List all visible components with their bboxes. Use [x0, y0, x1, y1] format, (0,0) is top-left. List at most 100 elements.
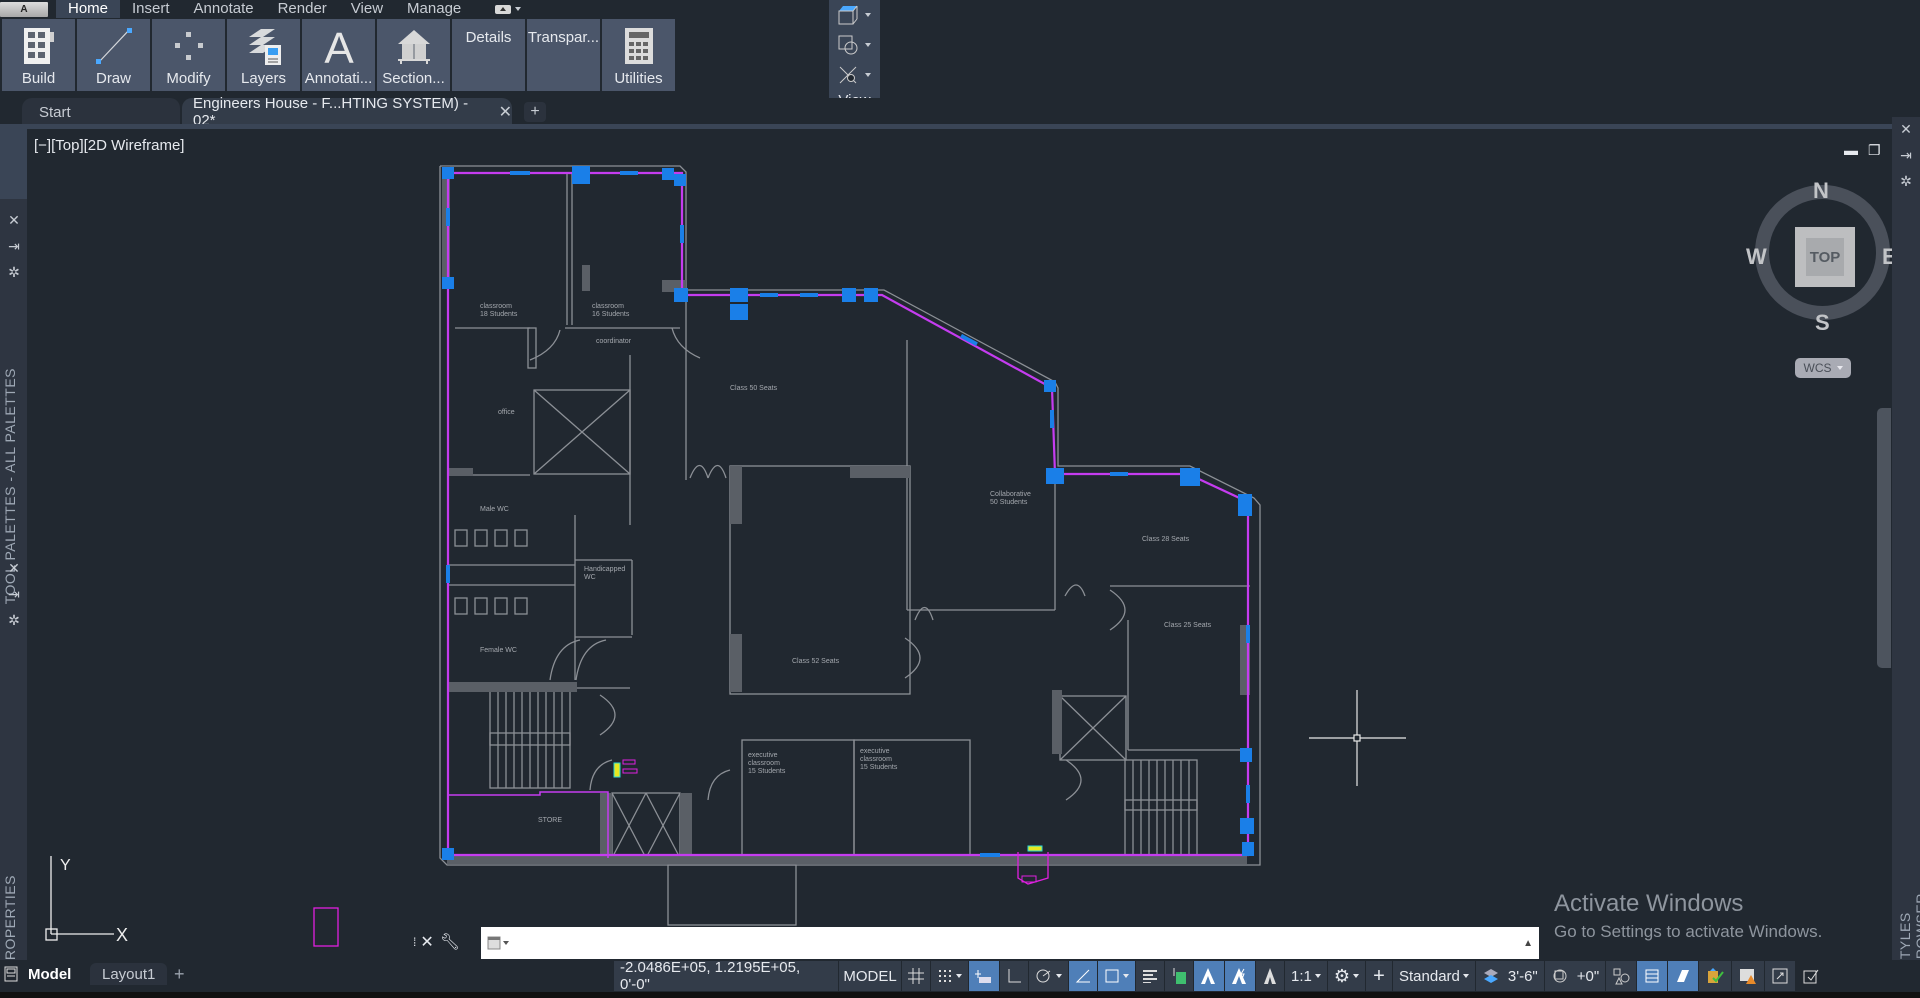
interior-walls	[439, 165, 1261, 926]
annotation-visibility-icon	[1201, 968, 1215, 984]
utilities-button[interactable]: Utilities	[602, 19, 675, 91]
zoom-extents-button[interactable]	[829, 60, 880, 90]
model-space-toggle[interactable]: MODEL	[839, 961, 901, 991]
build-button[interactable]: Build	[2, 19, 75, 91]
tab-insert[interactable]: Insert	[120, 0, 182, 18]
annotation-visibility-toggle[interactable]	[1194, 961, 1224, 991]
ribbon-minimize-toggle[interactable]	[495, 4, 522, 14]
infer-constraints-toggle[interactable]	[969, 961, 999, 991]
layers-button[interactable]: Layers	[227, 19, 300, 91]
command-history-icon[interactable]: ▲	[1523, 938, 1533, 949]
check-standards-button[interactable]	[1699, 961, 1732, 991]
tab-start[interactable]: Start	[22, 98, 180, 126]
ortho-toggle[interactable]	[1000, 961, 1028, 991]
close-icon[interactable]: ✕	[499, 102, 512, 122]
room-label: Class 50 Seats	[730, 385, 778, 392]
fullscreen-icon	[1772, 968, 1788, 984]
plus-icon: +	[1373, 964, 1385, 987]
svg-text:A: A	[324, 25, 354, 67]
tab-annotate[interactable]: Annotate	[182, 0, 266, 18]
cut-plane-button[interactable]: 3'-6"	[1475, 961, 1544, 991]
hardware-acceleration-toggle[interactable]	[1637, 961, 1668, 991]
gear-icon[interactable]: ✲	[1900, 173, 1912, 190]
details-button[interactable]: Details	[452, 19, 525, 91]
model-space-icon[interactable]	[4, 963, 18, 985]
store-outline-path	[448, 791, 609, 858]
annotation-scale-dropdown[interactable]: 1:1	[1285, 961, 1327, 991]
coordinates-readout[interactable]: -2.0486E+05, 1.2195E+05, 0'-0"	[614, 959, 838, 993]
styles-browser-label[interactable]: STYLES BROWSER	[1897, 837, 1920, 969]
annotation-scale-icon-button[interactable]	[1256, 961, 1284, 991]
chevron-down-icon	[865, 43, 871, 47]
section-button[interactable]: Section...	[377, 19, 450, 91]
object-snap-toggle[interactable]	[1098, 961, 1135, 991]
command-input[interactable]	[519, 929, 1524, 957]
clean-screen-button[interactable]	[1732, 961, 1765, 991]
customization-button[interactable]	[1796, 961, 1827, 991]
tab-manage[interactable]: Manage	[395, 0, 473, 18]
chevron-down-icon	[1353, 974, 1359, 978]
toilets	[454, 529, 528, 615]
tab-document[interactable]: Engineers House - F...HTING SYSTEM) - 02…	[182, 95, 512, 129]
display-configuration-dropdown[interactable]: Standard	[1393, 961, 1475, 991]
new-tab-button[interactable]: +	[524, 102, 546, 122]
room-label: classroom 18 Students	[480, 303, 518, 318]
object-isolation-button[interactable]	[1606, 961, 1637, 991]
annotation-button[interactable]: A Annotati...	[302, 19, 375, 91]
wcs-dropdown[interactable]: WCS	[1795, 358, 1851, 378]
close-icon[interactable]: ✕	[1900, 121, 1912, 138]
selection-cycling-toggle[interactable]	[1165, 961, 1193, 991]
customize-icon	[1803, 969, 1819, 984]
ribbon-tab-bar: A Home Insert Annotate Render View Manag…	[0, 0, 830, 18]
command-prompt-icon[interactable]	[487, 935, 511, 951]
application-menu-button[interactable]: A	[0, 1, 48, 17]
viewcube-top-face[interactable]: TOP	[1795, 227, 1855, 287]
shapes-icon	[838, 35, 858, 55]
columns	[442, 166, 1254, 860]
layer-color-icon	[1173, 968, 1186, 984]
grid-toggle[interactable]	[902, 961, 930, 991]
building-icon	[17, 24, 61, 68]
shapes-button[interactable]	[829, 30, 880, 60]
transparency-label: Transpar...	[527, 29, 600, 46]
draw-button[interactable]: Draw	[77, 19, 150, 91]
modify-icon	[167, 24, 211, 68]
tab-home[interactable]: Home	[56, 0, 121, 18]
modify-button[interactable]: Modify	[152, 19, 225, 91]
add-layout-button[interactable]: +	[174, 963, 185, 985]
elevation-button[interactable]: +0"	[1544, 961, 1606, 991]
line-icon	[92, 24, 136, 68]
tab-render[interactable]: Render	[266, 0, 339, 18]
drag-grip-icon[interactable]: ⁞	[413, 935, 417, 949]
navigation-bar[interactable]	[1877, 408, 1891, 668]
check-standards-icon	[1708, 968, 1724, 983]
workspace-switching-button[interactable]: ⚙	[1327, 961, 1365, 991]
draw-label: Draw	[95, 70, 131, 87]
transparency-button[interactable]: Transpar...	[527, 19, 600, 91]
wrench-icon[interactable]: 🔧︎	[440, 932, 460, 952]
layout-tab-layout1[interactable]: Layout1	[90, 963, 168, 985]
room-label: Handicapped WC	[584, 566, 625, 581]
chevron-down-icon	[1123, 974, 1129, 978]
visual-style-button[interactable]	[829, 0, 880, 30]
activate-subtitle: Go to Settings to activate Windows.	[1554, 922, 1823, 941]
snap-toggle[interactable]	[931, 961, 968, 991]
polar-toggle[interactable]	[1029, 961, 1068, 991]
fullscreen-button[interactable]	[1765, 961, 1796, 991]
gear-icon: ⚙	[1333, 965, 1350, 986]
taskbar-edge	[0, 992, 1920, 998]
auto-scale-toggle[interactable]	[1225, 961, 1255, 991]
quick-properties-toggle[interactable]	[1668, 961, 1699, 991]
lineweight-toggle[interactable]	[1136, 961, 1164, 991]
close-icon[interactable]: ✕	[420, 932, 433, 952]
layout-tab-model[interactable]: Model	[28, 963, 71, 985]
floor-plan-drawing[interactable]: classroom 18 Students classroom 16 Student…	[0, 129, 1890, 959]
tab-view[interactable]: View	[339, 0, 395, 18]
add-crosshair-button[interactable]: +	[1366, 961, 1392, 991]
compass-south[interactable]: S	[1815, 310, 1830, 336]
autohide-icon[interactable]: ⇥	[1900, 147, 1912, 164]
warning-image-icon	[1740, 969, 1757, 984]
compass-north[interactable]: N	[1813, 178, 1829, 204]
compass-west[interactable]: W	[1746, 244, 1767, 270]
isodraft-toggle[interactable]	[1069, 961, 1097, 991]
